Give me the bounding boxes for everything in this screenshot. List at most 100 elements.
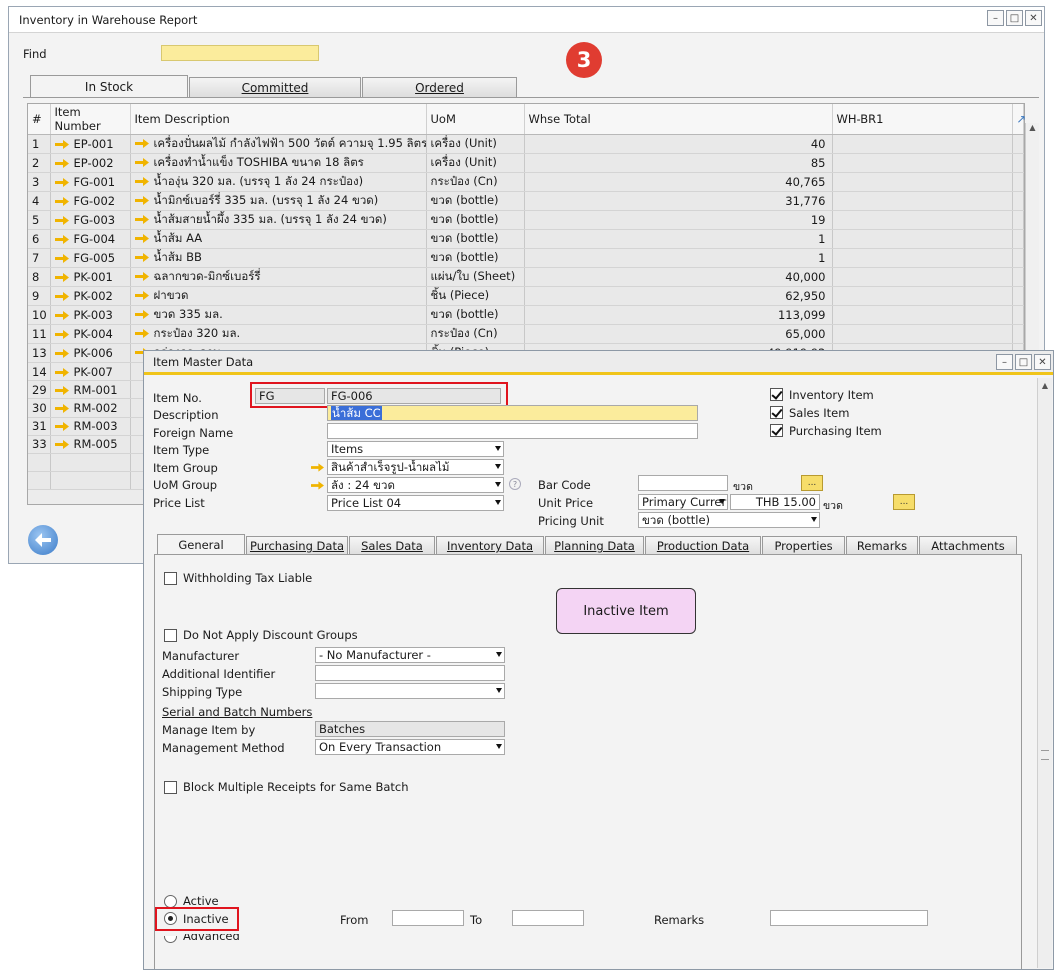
tab-production-data[interactable]: Production Data [645, 536, 761, 555]
item-number-cell[interactable]: FG-004 [50, 229, 131, 249]
item-number-cell[interactable]: PK-001 [50, 267, 131, 287]
link-arrow-icon[interactable] [54, 197, 69, 206]
tab-properties[interactable]: Properties [762, 536, 845, 555]
link-arrow-icon[interactable] [54, 254, 69, 263]
col-header-wh-br1[interactable]: WH-BR1 [832, 104, 1013, 135]
link-arrow-icon[interactable] [134, 215, 149, 224]
manufacturer-select[interactable]: - No Manufacturer - [315, 647, 505, 663]
col-header-item-number[interactable]: Item Number [50, 104, 131, 135]
tab-committed[interactable]: Committed [189, 77, 361, 98]
item-number-cell[interactable]: EP-001 [50, 134, 131, 154]
item-number-cell[interactable]: PK-006 [50, 343, 131, 363]
unit-price-currency-select[interactable]: Primary Currer [638, 494, 728, 510]
link-arrow-icon[interactable] [54, 216, 69, 225]
item-number-cell[interactable]: PK-004 [50, 324, 131, 344]
item-number-cell[interactable]: PK-002 [50, 286, 131, 306]
link-arrow-icon[interactable] [54, 330, 69, 339]
block-receipts-checkbox[interactable] [164, 781, 177, 794]
item-number-cell[interactable]: PK-007 [50, 362, 131, 382]
unit-price-browse-button[interactable]: ... [893, 494, 915, 510]
bar-code-browse-button[interactable]: ... [801, 475, 823, 491]
pricing-unit-select[interactable]: ขวด (bottle) [638, 512, 820, 528]
tab-inventory-data[interactable]: Inventory Data [436, 536, 544, 555]
item-number-cell[interactable]: PK-003 [50, 305, 131, 325]
item-number-cell[interactable]: FG-001 [50, 172, 131, 192]
table-row[interactable]: 9 PK-002 ฝาขวด ชิ้น (Piece) 62,950 [28, 286, 1024, 306]
col-header-item-description[interactable]: Item Description [130, 104, 427, 135]
item-number-cell[interactable]: EP-002 [50, 153, 131, 173]
link-arrow-icon[interactable] [134, 272, 149, 281]
help-icon[interactable]: ? [509, 478, 521, 490]
find-input[interactable] [161, 45, 319, 61]
link-arrow-icon[interactable] [54, 385, 69, 395]
item-master-scrollbar[interactable]: ▲ [1037, 378, 1052, 968]
purchasing-item-checkbox[interactable] [770, 424, 783, 437]
item-number-cell[interactable]: FG-005 [50, 248, 131, 268]
sales-item-checkbox[interactable] [770, 406, 783, 419]
link-arrow-icon[interactable] [54, 440, 69, 450]
uom-group-select[interactable]: ลัง : 24 ขวด [327, 477, 504, 493]
link-arrow-icon[interactable] [54, 367, 69, 377]
table-row[interactable]: 1 EP-001 เครื่องปั่นผลไม้ กำลังไฟฟ้า 500 ว… [28, 134, 1024, 154]
link-arrow-icon[interactable] [134, 177, 149, 186]
tab-sales-data[interactable]: Sales Data [349, 536, 435, 555]
tab-remarks[interactable]: Remarks [846, 536, 918, 555]
item-number-cell[interactable]: RM-001 [50, 380, 131, 400]
tab-attachments[interactable]: Attachments [919, 536, 1017, 555]
tab-in-stock[interactable]: In Stock [30, 75, 188, 98]
table-row[interactable]: 5 FG-003 น้ำส้มสายน้ำผึ้ง 335 มล. (บรรจุ 1… [28, 210, 1024, 230]
link-arrow-icon[interactable] [134, 196, 149, 205]
price-list-select[interactable]: Price List 04 [327, 495, 504, 511]
table-row[interactable]: 6 FG-004 น้ำส้ม AA ขวด (bottle) 1 [28, 229, 1024, 249]
link-arrow-icon[interactable] [134, 291, 149, 300]
item-number-cell[interactable]: FG-003 [50, 210, 131, 230]
advanced-radio[interactable] [164, 936, 177, 943]
item-number-cell[interactable]: FG-002 [50, 191, 131, 211]
table-row[interactable]: 2 EP-002 เครื่องทำน้ำแข็ง TOSHIBA ขนาด 18 … [28, 153, 1024, 173]
link-arrow-icon[interactable] [311, 463, 324, 472]
col-header-uom[interactable]: UoM [426, 104, 525, 135]
maximize-icon[interactable]: □ [1006, 10, 1023, 26]
table-row[interactable]: 4 FG-002 น้ำมิกซ์เบอร์รี่ 335 มล. (บรรจุ 1… [28, 191, 1024, 211]
link-arrow-icon[interactable] [54, 403, 69, 413]
link-arrow-icon[interactable] [134, 310, 149, 319]
link-arrow-icon[interactable] [311, 481, 324, 490]
no-discount-checkbox[interactable] [164, 629, 177, 642]
to-date-field[interactable] [512, 910, 584, 926]
inventory-item-checkbox[interactable] [770, 388, 783, 401]
link-arrow-icon[interactable] [134, 158, 149, 167]
scroll-grip-icon[interactable] [1041, 750, 1049, 760]
description-field[interactable]: น้ำส้ม CC [327, 405, 698, 421]
minimize-icon[interactable]: – [987, 10, 1004, 26]
link-arrow-icon[interactable] [134, 253, 149, 262]
from-date-field[interactable] [392, 910, 464, 926]
foreign-name-field[interactable] [327, 423, 698, 439]
unit-price-field[interactable]: THB 15.00 [730, 494, 820, 510]
item-group-select[interactable]: สินค้าสำเร็จรูป-น้ำผลไม้ [327, 459, 504, 475]
link-arrow-icon[interactable] [134, 139, 149, 148]
expand-icon[interactable]: ↗ [1012, 104, 1026, 135]
link-arrow-icon[interactable] [54, 349, 69, 358]
item-type-select[interactable]: Items [327, 441, 504, 457]
link-arrow-icon[interactable] [134, 329, 149, 338]
link-arrow-icon[interactable] [54, 273, 69, 282]
manage-item-by-field[interactable]: Batches [315, 721, 505, 737]
scroll-up-icon[interactable]: ▲ [1038, 381, 1052, 390]
link-arrow-icon[interactable] [134, 234, 149, 243]
col-header-index[interactable]: # [28, 104, 51, 135]
link-arrow-icon[interactable] [54, 159, 69, 168]
minimize-icon[interactable]: – [996, 354, 1013, 370]
close-icon[interactable]: ✕ [1034, 354, 1051, 370]
link-arrow-icon[interactable] [54, 140, 69, 149]
scroll-up-icon[interactable]: ▲ [1026, 123, 1039, 132]
tab-purchasing-data[interactable]: Purchasing Data [246, 536, 348, 555]
link-arrow-icon[interactable] [54, 422, 69, 432]
col-header-whse-total[interactable]: Whse Total [524, 104, 833, 135]
table-row[interactable]: 3 FG-001 น้ำองุ่น 320 มล. (บรรจุ 1 ลัง 24 … [28, 172, 1024, 192]
back-arrow-button[interactable] [28, 525, 58, 555]
table-row[interactable]: 10 PK-003 ขวด 335 มล. ขวด (bottle) 113,099 [28, 305, 1024, 325]
item-number-cell[interactable]: RM-002 [50, 398, 131, 418]
link-arrow-icon[interactable] [54, 178, 69, 187]
table-row[interactable]: 8 PK-001 ฉลากขวด-มิกซ์เบอร์รี่ แผ่น/ใบ (She… [28, 267, 1024, 287]
withholding-tax-checkbox[interactable] [164, 572, 177, 585]
